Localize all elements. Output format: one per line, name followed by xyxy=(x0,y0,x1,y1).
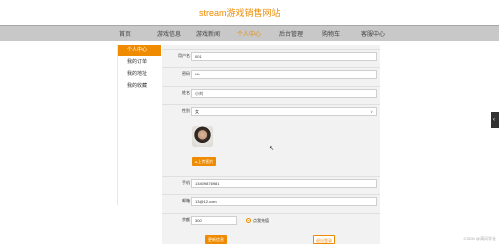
upload-image-button[interactable]: ⏶上传图片 xyxy=(192,157,216,166)
nav-item-games[interactable]: 游戏信息 xyxy=(157,29,181,38)
gender-row: 性别 女 ∨ xyxy=(162,104,380,117)
side-collapse-tab[interactable]: ‹ xyxy=(491,112,499,128)
recharge-radio[interactable] xyxy=(246,218,251,223)
phone-field[interactable]: 13409876981 xyxy=(191,179,377,188)
watermark: CSDN @清风学长 xyxy=(463,236,496,241)
email-label: 邮箱 xyxy=(182,198,190,203)
username-row: 用户名 001 xyxy=(162,49,380,62)
sidebar-item-profile[interactable]: 个人中心 xyxy=(118,45,161,56)
nav-item-service[interactable]: 客服中心 xyxy=(361,29,385,38)
logout-button[interactable]: 退出登录 xyxy=(313,235,335,244)
password-label: 密码 xyxy=(182,71,190,76)
balance-label: 余额 xyxy=(182,217,190,222)
gender-value: 女 xyxy=(195,109,199,114)
avatar xyxy=(192,126,213,147)
name-label: 姓名 xyxy=(182,90,190,95)
nav-item-admin[interactable]: 后台管理 xyxy=(279,29,303,38)
username-label: 用户名 xyxy=(178,53,190,58)
phone-label: 手机 xyxy=(182,180,190,185)
email-field[interactable]: 13@12.com xyxy=(191,197,377,206)
gender-label: 性别 xyxy=(182,108,190,113)
update-info-button[interactable]: 更新信息 xyxy=(205,235,227,244)
name-field[interactable]: 小刘 xyxy=(191,89,377,98)
balance-field[interactable]: 300 xyxy=(191,216,237,225)
name-row: 姓名 小刘 xyxy=(162,86,380,99)
sidebar-item-address[interactable]: 我的地址 xyxy=(118,69,161,80)
main-nav: 首页 游戏信息 游戏新闻 个人中心 后台管理 购物车 客服中心 xyxy=(0,25,499,41)
chevron-left-icon: ‹ xyxy=(493,117,495,123)
nav-item-cart[interactable]: 购物车 xyxy=(322,29,340,38)
username-field[interactable]: 001 xyxy=(191,52,377,61)
header: stream游戏销售网站 xyxy=(0,0,499,25)
nav-item-news[interactable]: 游戏新闻 xyxy=(196,29,220,38)
sidebar-item-orders[interactable]: 我的订单 xyxy=(118,57,161,68)
balance-row: 余额 300 点我充值 xyxy=(162,213,380,226)
nav-item-profile[interactable]: 个人中心 xyxy=(237,29,261,38)
nav-item-home[interactable]: 首页 xyxy=(119,29,131,38)
gender-select[interactable]: 女 ∨ xyxy=(191,107,377,116)
sidebar: 个人中心 我的订单 我的地址 我的收藏 xyxy=(117,45,161,205)
site-title: stream游戏销售网站 xyxy=(199,8,281,18)
chevron-down-icon: ∨ xyxy=(370,109,373,114)
recharge-label[interactable]: 点我充值 xyxy=(253,218,269,224)
mouse-cursor-icon: ↖ xyxy=(269,146,275,152)
password-field[interactable]: *** xyxy=(191,70,377,79)
sidebar-item-favorites[interactable]: 我的收藏 xyxy=(118,81,161,92)
email-row: 邮箱 13@12.com xyxy=(162,194,380,207)
password-row: 密码 *** xyxy=(162,67,380,80)
upload-label: ⏶上传图片 xyxy=(194,159,214,164)
phone-row: 手机 13409876981 xyxy=(162,176,380,189)
